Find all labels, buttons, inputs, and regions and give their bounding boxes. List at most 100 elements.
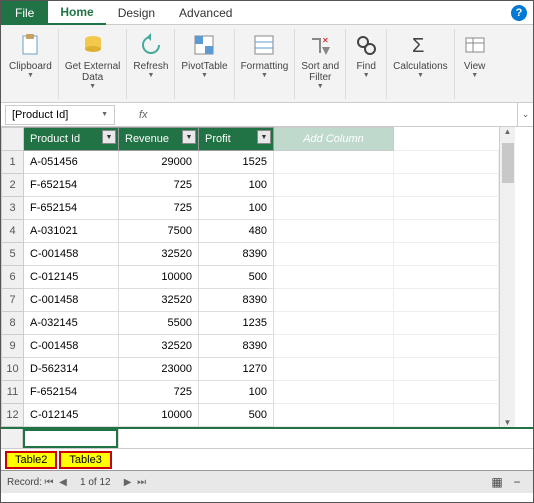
cell-revenue[interactable]: 23000 — [119, 358, 199, 381]
cell-product-id[interactable]: C-012145 — [24, 404, 119, 427]
empty-cell[interactable] — [274, 174, 394, 197]
row-header[interactable]: 3 — [2, 197, 24, 220]
cell-profit[interactable]: 8390 — [199, 335, 274, 358]
select-all-corner[interactable] — [2, 128, 24, 151]
table-row[interactable]: 12C-01214510000500 — [2, 404, 499, 427]
cell-revenue[interactable]: 725 — [119, 381, 199, 404]
formula-bar-expand[interactable]: ⌄ — [517, 103, 533, 127]
cell-revenue[interactable]: 32520 — [119, 243, 199, 266]
cell-revenue[interactable]: 725 — [119, 174, 199, 197]
sheet-tab-table2[interactable]: Table2 — [5, 451, 57, 469]
empty-cell[interactable] — [274, 404, 394, 427]
cell-product-id[interactable]: C-001458 — [24, 243, 119, 266]
empty-cell[interactable] — [394, 289, 499, 312]
help-icon[interactable]: ? — [511, 5, 527, 21]
filter-icon[interactable]: ▼ — [102, 130, 116, 144]
empty-cell[interactable] — [394, 174, 499, 197]
empty-cell[interactable] — [394, 381, 499, 404]
empty-cell[interactable] — [274, 243, 394, 266]
sort-filter-button[interactable]: ✕ Sort and Filter ▼ — [295, 29, 346, 99]
view-button[interactable]: View ▼ — [455, 29, 495, 99]
empty-cell[interactable] — [274, 358, 394, 381]
row-header[interactable]: 4 — [2, 220, 24, 243]
empty-cell[interactable] — [394, 312, 499, 335]
empty-cell[interactable] — [394, 358, 499, 381]
empty-cell[interactable] — [274, 381, 394, 404]
row-header[interactable]: 12 — [2, 404, 24, 427]
cell-product-id[interactable]: F-652154 — [24, 174, 119, 197]
empty-cell[interactable] — [274, 335, 394, 358]
row-header[interactable]: 7 — [2, 289, 24, 312]
column-header-revenue[interactable]: Revenue▼ — [119, 128, 199, 151]
chevron-down-icon[interactable]: ▼ — [101, 111, 108, 118]
table-row[interactable]: 9C-001458325208390 — [2, 335, 499, 358]
cell-revenue[interactable]: 10000 — [119, 266, 199, 289]
filter-icon[interactable]: ▼ — [257, 130, 271, 144]
vertical-scrollbar[interactable]: ▲ ▼ — [499, 127, 515, 427]
tab-design[interactable]: Design — [106, 1, 167, 25]
tab-home[interactable]: Home — [48, 1, 105, 25]
filter-icon[interactable]: ▼ — [182, 130, 196, 144]
cell-profit[interactable]: 500 — [199, 404, 274, 427]
cell-profit[interactable]: 100 — [199, 174, 274, 197]
add-column[interactable]: Add Column — [274, 128, 394, 151]
cell-profit[interactable]: 1235 — [199, 312, 274, 335]
row-header[interactable]: 9 — [2, 335, 24, 358]
cell-profit[interactable]: 1525 — [199, 151, 274, 174]
prev-record-button[interactable]: ◀ — [56, 477, 70, 488]
table-row[interactable]: 3F-652154725100 — [2, 197, 499, 220]
scroll-thumb[interactable] — [502, 143, 514, 183]
empty-cell[interactable] — [394, 243, 499, 266]
calculations-button[interactable]: Σ Calculations ▼ — [387, 29, 454, 99]
find-button[interactable]: Find ▼ — [346, 29, 387, 99]
table-row[interactable]: 8A-03214555001235 — [2, 312, 499, 335]
pivottable-button[interactable]: PivotTable ▼ — [175, 29, 234, 99]
empty-cell[interactable] — [274, 312, 394, 335]
cell-product-id[interactable]: F-652154 — [24, 197, 119, 220]
refresh-button[interactable]: Refresh ▼ — [127, 29, 175, 99]
row-header[interactable]: 10 — [2, 358, 24, 381]
table-row[interactable]: 4A-0310217500480 — [2, 220, 499, 243]
column-header-profit[interactable]: Profit▼ — [199, 128, 274, 151]
zoom-out-icon[interactable]: − — [507, 475, 527, 489]
next-record-button[interactable]: ▶ — [121, 477, 135, 488]
last-record-button[interactable]: ⏭ — [135, 477, 149, 488]
table-row[interactable]: 1A-051456290001525 — [2, 151, 499, 174]
row-header[interactable]: 2 — [2, 174, 24, 197]
cell-profit[interactable]: 480 — [199, 220, 274, 243]
scroll-up-arrow[interactable]: ▲ — [500, 127, 515, 136]
formatting-button[interactable]: Formatting ▼ — [235, 29, 296, 99]
cell-product-id[interactable]: A-031021 — [24, 220, 119, 243]
cell-revenue[interactable]: 10000 — [119, 404, 199, 427]
cell-revenue[interactable]: 5500 — [119, 312, 199, 335]
empty-cell[interactable] — [274, 289, 394, 312]
file-tab[interactable]: File — [1, 1, 48, 25]
name-box[interactable]: [Product Id] ▼ — [5, 105, 115, 125]
column-header-product-id[interactable]: Product Id▼ — [24, 128, 119, 151]
first-record-button[interactable]: ⏮ — [42, 477, 56, 488]
row-header[interactable]: 11 — [2, 381, 24, 404]
empty-cell[interactable] — [274, 266, 394, 289]
empty-cell[interactable] — [274, 220, 394, 243]
cell-profit[interactable]: 100 — [199, 197, 274, 220]
empty-cell[interactable] — [394, 197, 499, 220]
active-cell[interactable] — [23, 429, 118, 448]
cell-profit[interactable]: 8390 — [199, 243, 274, 266]
cell-profit[interactable]: 100 — [199, 381, 274, 404]
tab-advanced[interactable]: Advanced — [167, 1, 244, 25]
cell-revenue[interactable]: 32520 — [119, 289, 199, 312]
cell-product-id[interactable]: C-001458 — [24, 289, 119, 312]
empty-cell[interactable] — [394, 151, 499, 174]
table-row[interactable]: 5C-001458325208390 — [2, 243, 499, 266]
cell-product-id[interactable]: A-032145 — [24, 312, 119, 335]
cell-revenue[interactable]: 29000 — [119, 151, 199, 174]
row-header[interactable]: 8 — [2, 312, 24, 335]
grid-view-icon[interactable]: ▦ — [487, 475, 507, 489]
cell-revenue[interactable]: 725 — [119, 197, 199, 220]
new-record-row[interactable] — [1, 427, 533, 449]
get-external-data-button[interactable]: Get External Data ▼ — [59, 29, 128, 99]
row-header[interactable]: 1 — [2, 151, 24, 174]
clipboard-button[interactable]: Clipboard ▼ — [3, 29, 59, 99]
fx-label[interactable]: fx — [139, 109, 148, 121]
row-header[interactable]: 6 — [2, 266, 24, 289]
